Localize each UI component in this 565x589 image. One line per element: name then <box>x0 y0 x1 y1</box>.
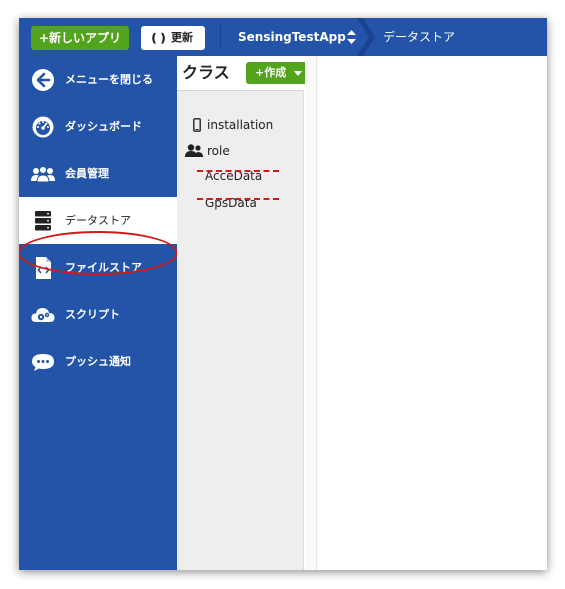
refresh-icon: ❪❫ <box>149 31 168 45</box>
sidebar-item-dashboard[interactable]: ダッシュボード <box>19 103 177 150</box>
sort-arrows-icon <box>347 30 356 44</box>
class-item-gpsdata[interactable]: GpsData <box>177 190 304 216</box>
sidebar: メニューを閉じる ダッシュボード 会員管理 データストア ファイルストア スクリ… <box>19 56 178 570</box>
sidebar-item-push[interactable]: プッシュ通知 <box>19 338 177 385</box>
sidebar-item-label: スクリプト <box>65 308 120 321</box>
breadcrumb-arrow-icon <box>357 18 375 56</box>
topbar-divider <box>220 24 221 50</box>
phone-icon <box>193 118 201 132</box>
caret-down-icon <box>294 71 302 76</box>
main-content <box>318 56 547 570</box>
refresh-button[interactable]: ❪❫ 更新 <box>141 26 205 50</box>
app-selector[interactable]: SensingTestApp <box>238 18 356 56</box>
app-name: SensingTestApp <box>238 30 346 44</box>
sidebar-item-label: ファイルストア <box>65 261 142 274</box>
sidebar-item-label: プッシュ通知 <box>65 355 131 368</box>
sidebar-item-members[interactable]: 会員管理 <box>19 150 177 197</box>
class-item-label: AcceData <box>205 169 263 183</box>
sidebar-item-datastore[interactable]: データストア <box>19 197 177 244</box>
class-panel: クラス installation role AcceData GpsData <box>177 56 304 570</box>
create-class-button[interactable]: +作成 <box>246 62 312 84</box>
sidebar-item-filestore[interactable]: ファイルストア <box>19 244 177 291</box>
class-item-role[interactable]: role <box>177 138 304 164</box>
class-item-accedata[interactable]: AcceData <box>177 163 304 189</box>
code-file-icon <box>36 257 51 279</box>
speedometer-icon <box>32 116 54 138</box>
users-icon <box>31 166 55 183</box>
arrow-left-circle-icon <box>32 69 54 91</box>
new-app-button[interactable]: +新しいアプリ <box>31 26 129 50</box>
class-panel-title: クラス <box>182 63 230 82</box>
app-window: +新しいアプリ ❪❫ 更新 SensingTestApp データストア メニュー… <box>19 18 547 570</box>
class-item-installation[interactable]: installation <box>177 112 304 138</box>
class-item-label: GpsData <box>205 196 257 210</box>
panel-divider <box>305 56 317 570</box>
chat-bubble-icon <box>32 354 54 371</box>
users-icon <box>185 144 203 157</box>
sidebar-item-label: 会員管理 <box>65 167 109 180</box>
sidebar-item-label: ダッシュボード <box>65 120 142 133</box>
refresh-label: 更新 <box>171 31 193 44</box>
sidebar-item-label: データストア <box>65 214 131 227</box>
class-item-label: role <box>207 144 230 158</box>
sidebar-item-close-menu[interactable]: メニューを閉じる <box>19 56 177 103</box>
sidebar-item-label: メニューを閉じる <box>65 73 153 86</box>
class-item-label: installation <box>207 118 274 132</box>
cloud-gear-icon <box>31 308 55 322</box>
database-icon <box>35 211 51 231</box>
sidebar-item-script[interactable]: スクリプト <box>19 291 177 338</box>
create-label: +作成 <box>255 66 287 79</box>
breadcrumb-current: データストア <box>383 30 456 44</box>
top-bar: +新しいアプリ ❪❫ 更新 SensingTestApp データストア <box>19 18 547 56</box>
